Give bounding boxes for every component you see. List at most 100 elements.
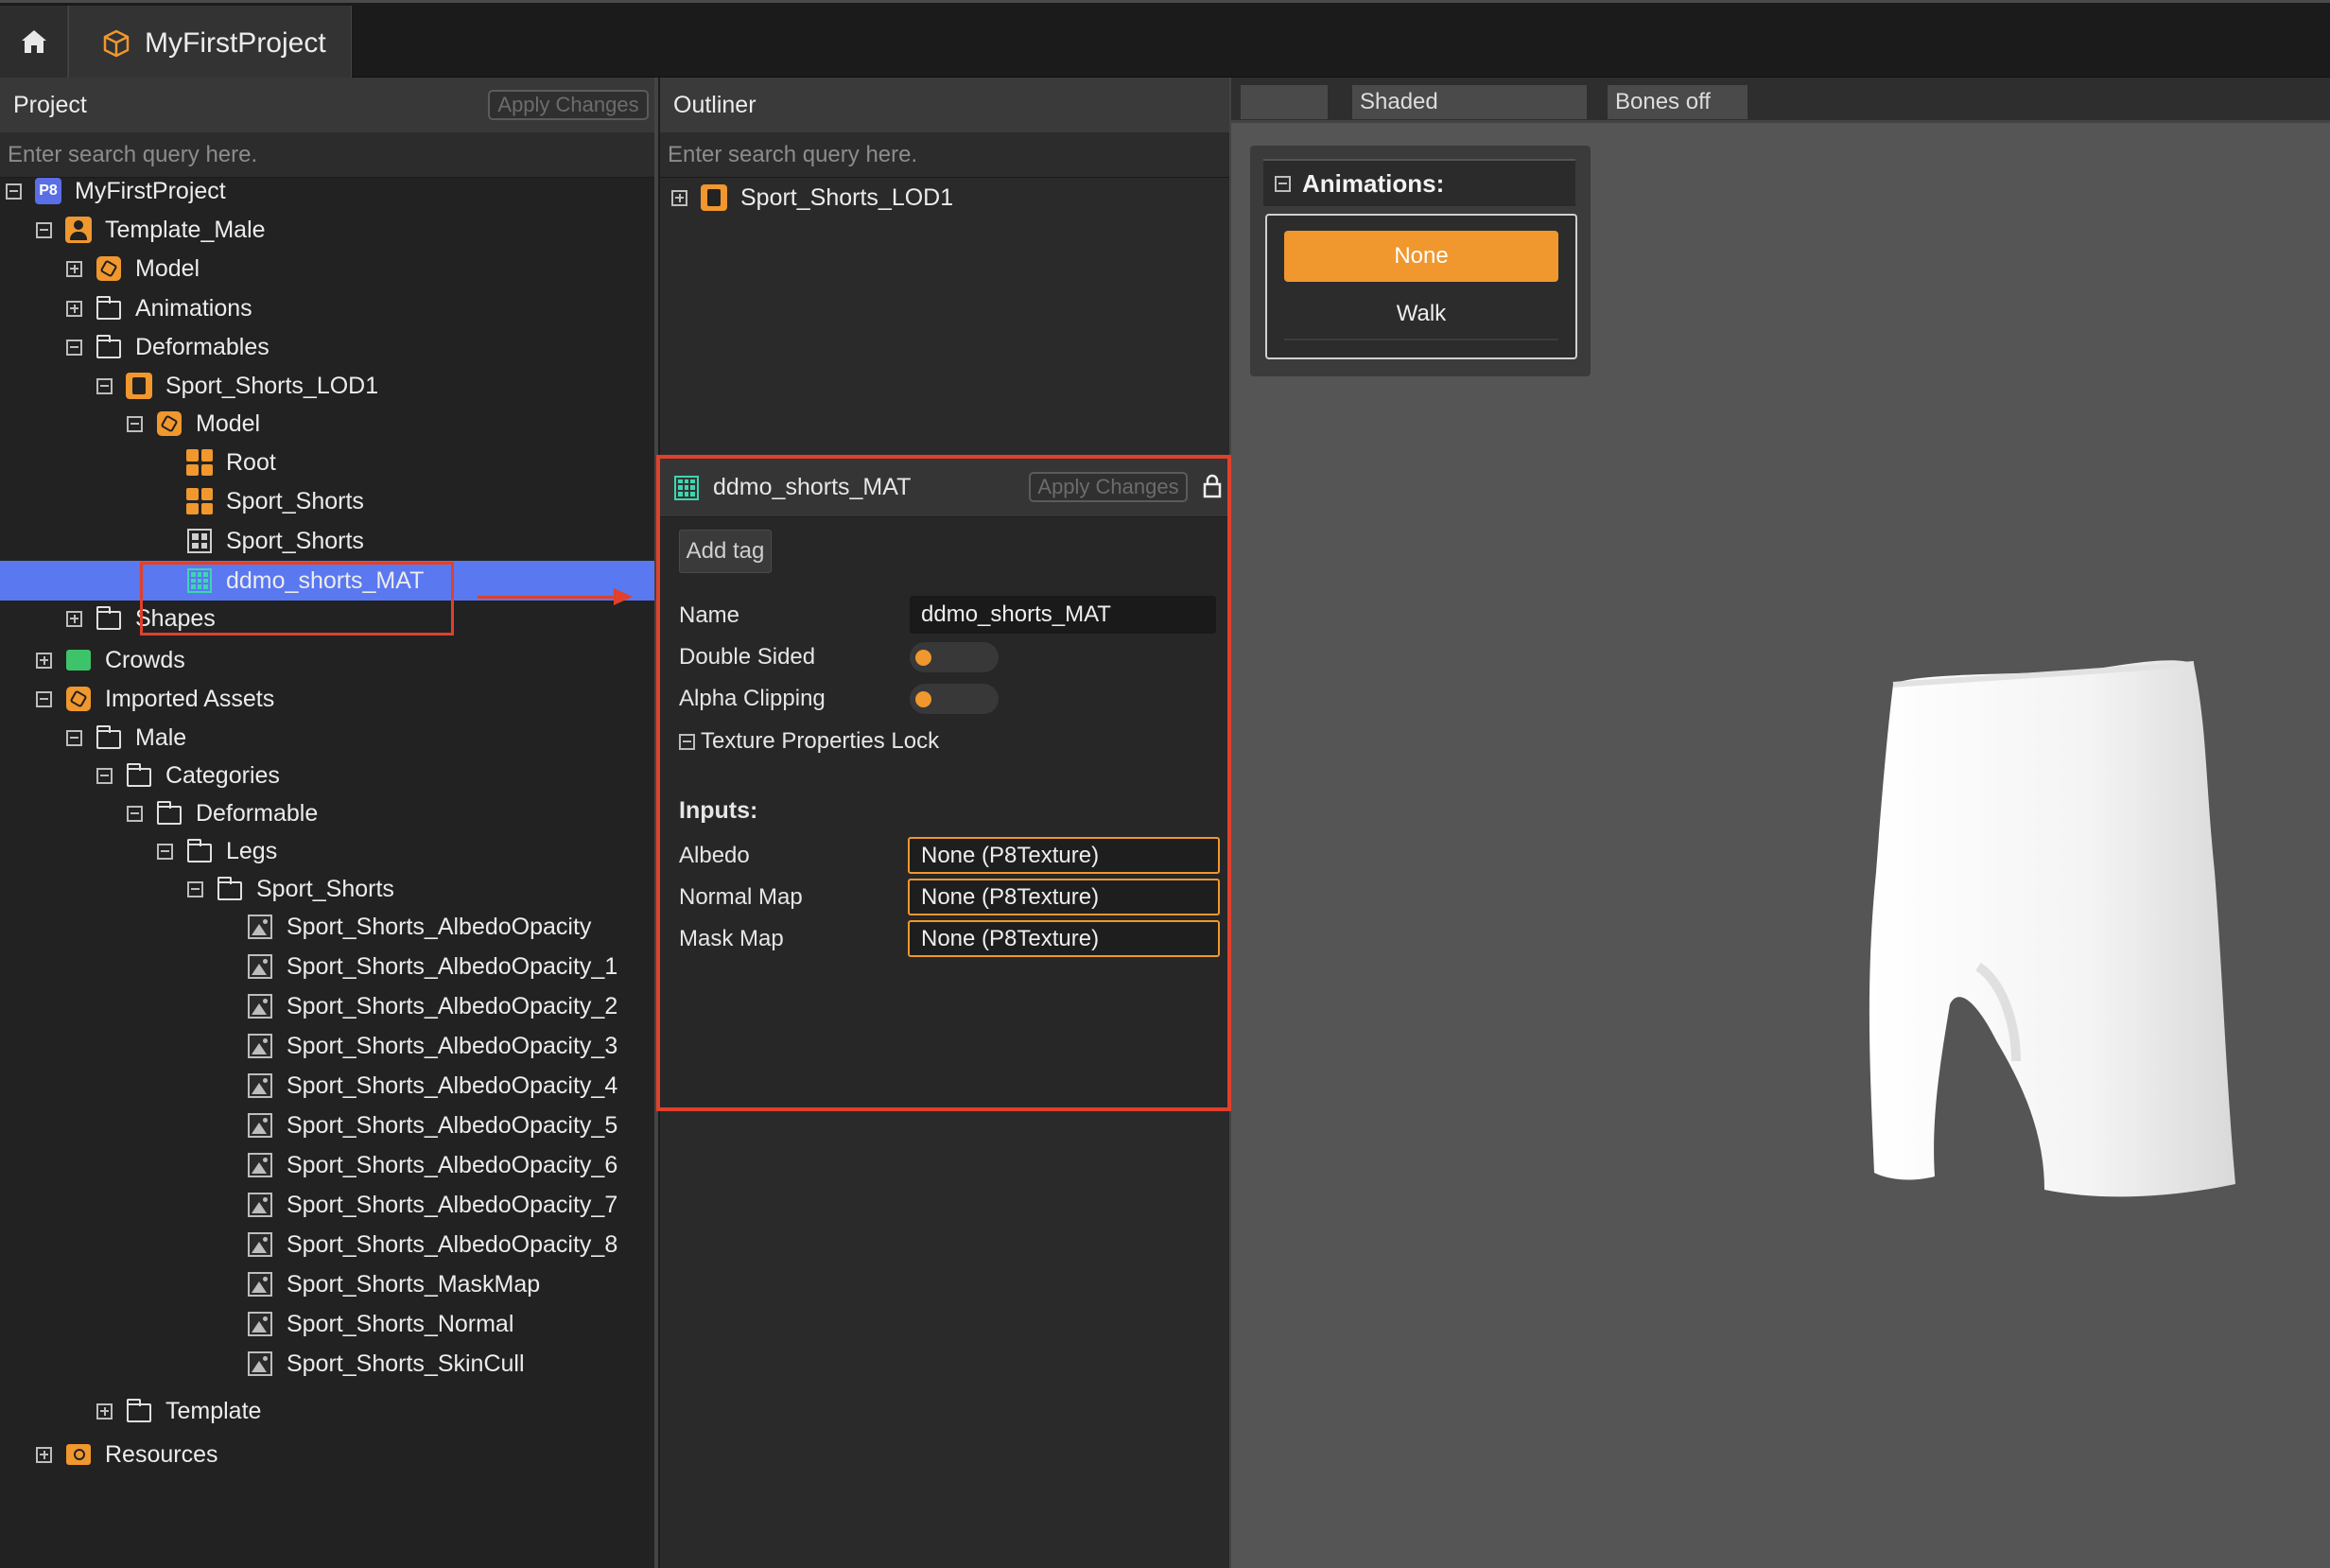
tree-item[interactable]: Sport_Shorts_LOD1 — [0, 366, 654, 406]
collapse-toggle[interactable] — [6, 183, 22, 200]
viewport[interactable]: Shaded Bones off Animations: None Walk — [1231, 78, 2330, 1568]
expand-toggle[interactable] — [66, 300, 82, 317]
collapse-toggle[interactable] — [36, 690, 52, 707]
camera-button[interactable] — [1241, 85, 1328, 119]
animation-option-none[interactable]: None — [1284, 231, 1558, 282]
tree-item[interactable]: Sport_Shorts_AlbedoOpacity — [0, 907, 654, 947]
normal-map-texture-field[interactable]: None (P8Texture) — [908, 879, 1220, 915]
double-sided-toggle[interactable] — [910, 642, 999, 672]
tree-item[interactable]: Imported Assets — [0, 679, 654, 719]
collapse-toggle[interactable] — [96, 377, 113, 394]
tree-item[interactable]: Sport_Shorts_AlbedoOpacity_5 — [0, 1106, 654, 1145]
tree-item[interactable]: Sport_Shorts_AlbedoOpacity_7 — [0, 1185, 654, 1225]
tree-item-label: Legs — [226, 837, 278, 864]
shading-dropdown[interactable]: Shaded — [1352, 85, 1587, 119]
project-panel-header: Project Apply Changes — [0, 78, 658, 132]
texture-icon — [247, 1350, 273, 1377]
tree-item[interactable]: Animations — [0, 288, 654, 328]
tree-item[interactable]: Sport_Shorts_AlbedoOpacity_3 — [0, 1026, 654, 1066]
collapse-toggle[interactable] — [157, 843, 173, 860]
tree-item-label: Sport_Shorts_AlbedoOpacity_4 — [287, 1071, 618, 1099]
double-sided-label: Double Sided — [679, 644, 816, 670]
tree-item[interactable]: Categories — [0, 756, 654, 795]
top-bar: MyFirstProject — [0, 0, 2330, 80]
tree-item[interactable]: Deformables — [0, 327, 654, 367]
tree-item[interactable]: Model — [0, 404, 654, 444]
tree-item[interactable]: Crowds — [0, 640, 654, 680]
tree-item[interactable]: Template_Male — [0, 210, 654, 250]
collapse-toggle[interactable] — [96, 767, 113, 784]
expand-toggle[interactable] — [36, 1446, 52, 1463]
expand-toggle[interactable] — [66, 610, 82, 627]
animations-list: None Walk — [1265, 214, 1577, 359]
project-tab-label: MyFirstProject — [145, 26, 326, 59]
tree-item-label: Sport_Shorts_SkinCull — [287, 1350, 525, 1377]
tree-item[interactable]: Sport_Shorts_SkinCull — [0, 1344, 654, 1384]
project-panel-title: Project — [13, 91, 87, 118]
tree-item[interactable]: Resources — [0, 1435, 654, 1474]
collapse-toggle[interactable] — [36, 221, 52, 238]
collapse-toggle[interactable] — [127, 415, 143, 432]
tree-item-label: Deformable — [196, 799, 319, 827]
tree-item[interactable]: Sport_Shorts_Normal — [0, 1304, 654, 1344]
home-button[interactable] — [0, 6, 68, 78]
collapse-toggle[interactable] — [127, 805, 143, 822]
deformable-icon — [701, 184, 727, 211]
highlight-arrow — [478, 588, 633, 605]
tree-item[interactable]: Template — [0, 1391, 654, 1431]
texture-icon — [247, 1112, 273, 1139]
tree-item[interactable]: Legs — [0, 831, 654, 871]
tree-item[interactable]: Sport_Shorts — [0, 481, 654, 521]
material-header: ddmo_shorts_MAT Apply Changes — [660, 459, 1227, 517]
collapse-toggle[interactable] — [66, 729, 82, 746]
expand-toggle[interactable] — [66, 260, 82, 277]
albedo-texture-field[interactable]: None (P8Texture) — [908, 837, 1220, 874]
bone-icon — [186, 488, 213, 514]
outliner-item[interactable]: Sport_Shorts_LOD1 — [660, 178, 1227, 218]
name-field[interactable]: ddmo_shorts_MAT — [910, 596, 1216, 634]
inputs-heading: Inputs: — [679, 797, 758, 824]
alpha-clipping-toggle[interactable] — [910, 684, 999, 714]
expand-toggle[interactable] — [36, 652, 52, 669]
collapse-toggle[interactable] — [1275, 175, 1291, 192]
animations-panel: Animations: None Walk — [1250, 146, 1591, 376]
apply-changes-button[interactable]: Apply Changes — [488, 90, 649, 120]
tree-item-label: Sport_Shorts_MaskMap — [287, 1270, 541, 1298]
tree-item[interactable]: Sport_Shorts_MaskMap — [0, 1264, 654, 1304]
tree-item-label: Sport_Shorts_AlbedoOpacity_7 — [287, 1191, 618, 1218]
tree-item[interactable]: Sport_Shorts — [0, 869, 654, 909]
tree-item[interactable]: Sport_Shorts_AlbedoOpacity_8 — [0, 1225, 654, 1264]
mask-map-texture-field[interactable]: None (P8Texture) — [908, 920, 1220, 957]
tree-item[interactable]: Male — [0, 718, 654, 758]
tree-item[interactable]: P8 MyFirstProject — [0, 171, 654, 211]
tree-item[interactable]: Sport_Shorts_AlbedoOpacity_1 — [0, 947, 654, 986]
tree-item[interactable]: Model — [0, 249, 654, 288]
expand-toggle[interactable] — [671, 189, 687, 206]
shorts-3d-model[interactable] — [1855, 588, 2330, 1212]
texture-icon — [247, 914, 273, 940]
collapse-toggle[interactable] — [679, 733, 695, 750]
material-apply-button[interactable]: Apply Changes — [1029, 472, 1188, 502]
tree-item[interactable]: Sport_Shorts_AlbedoOpacity_4 — [0, 1066, 654, 1106]
outliner-item-label: Sport_Shorts_LOD1 — [740, 183, 954, 211]
animation-option-walk[interactable]: Walk — [1284, 289, 1558, 340]
lock-icon[interactable] — [1203, 474, 1222, 498]
expand-toggle[interactable] — [96, 1402, 113, 1420]
tree-item[interactable]: Sport_Shorts — [0, 521, 654, 561]
tree-item[interactable]: Sport_Shorts_AlbedoOpacity_6 — [0, 1145, 654, 1185]
highlight-box — [140, 562, 454, 636]
texture-icon — [247, 1271, 273, 1298]
tree-item[interactable]: Sport_Shorts_AlbedoOpacity_2 — [0, 986, 654, 1026]
outliner-search-input[interactable]: Enter search query here. — [660, 132, 1229, 178]
collapse-toggle[interactable] — [187, 880, 203, 897]
tree-item[interactable]: Root — [0, 443, 654, 482]
texture-lock-section[interactable]: Texture Properties Lock — [679, 728, 939, 755]
collapse-toggle[interactable] — [66, 339, 82, 356]
add-tag-button[interactable]: Add tag — [679, 530, 772, 573]
tree-item[interactable]: Deformable — [0, 793, 654, 833]
tree-item-label: Model — [135, 254, 200, 282]
project-tab[interactable]: MyFirstProject — [68, 6, 352, 80]
tree-item-label: Template — [165, 1397, 262, 1424]
bones-toggle[interactable]: Bones off — [1608, 85, 1748, 119]
texture-icon — [247, 1231, 273, 1258]
